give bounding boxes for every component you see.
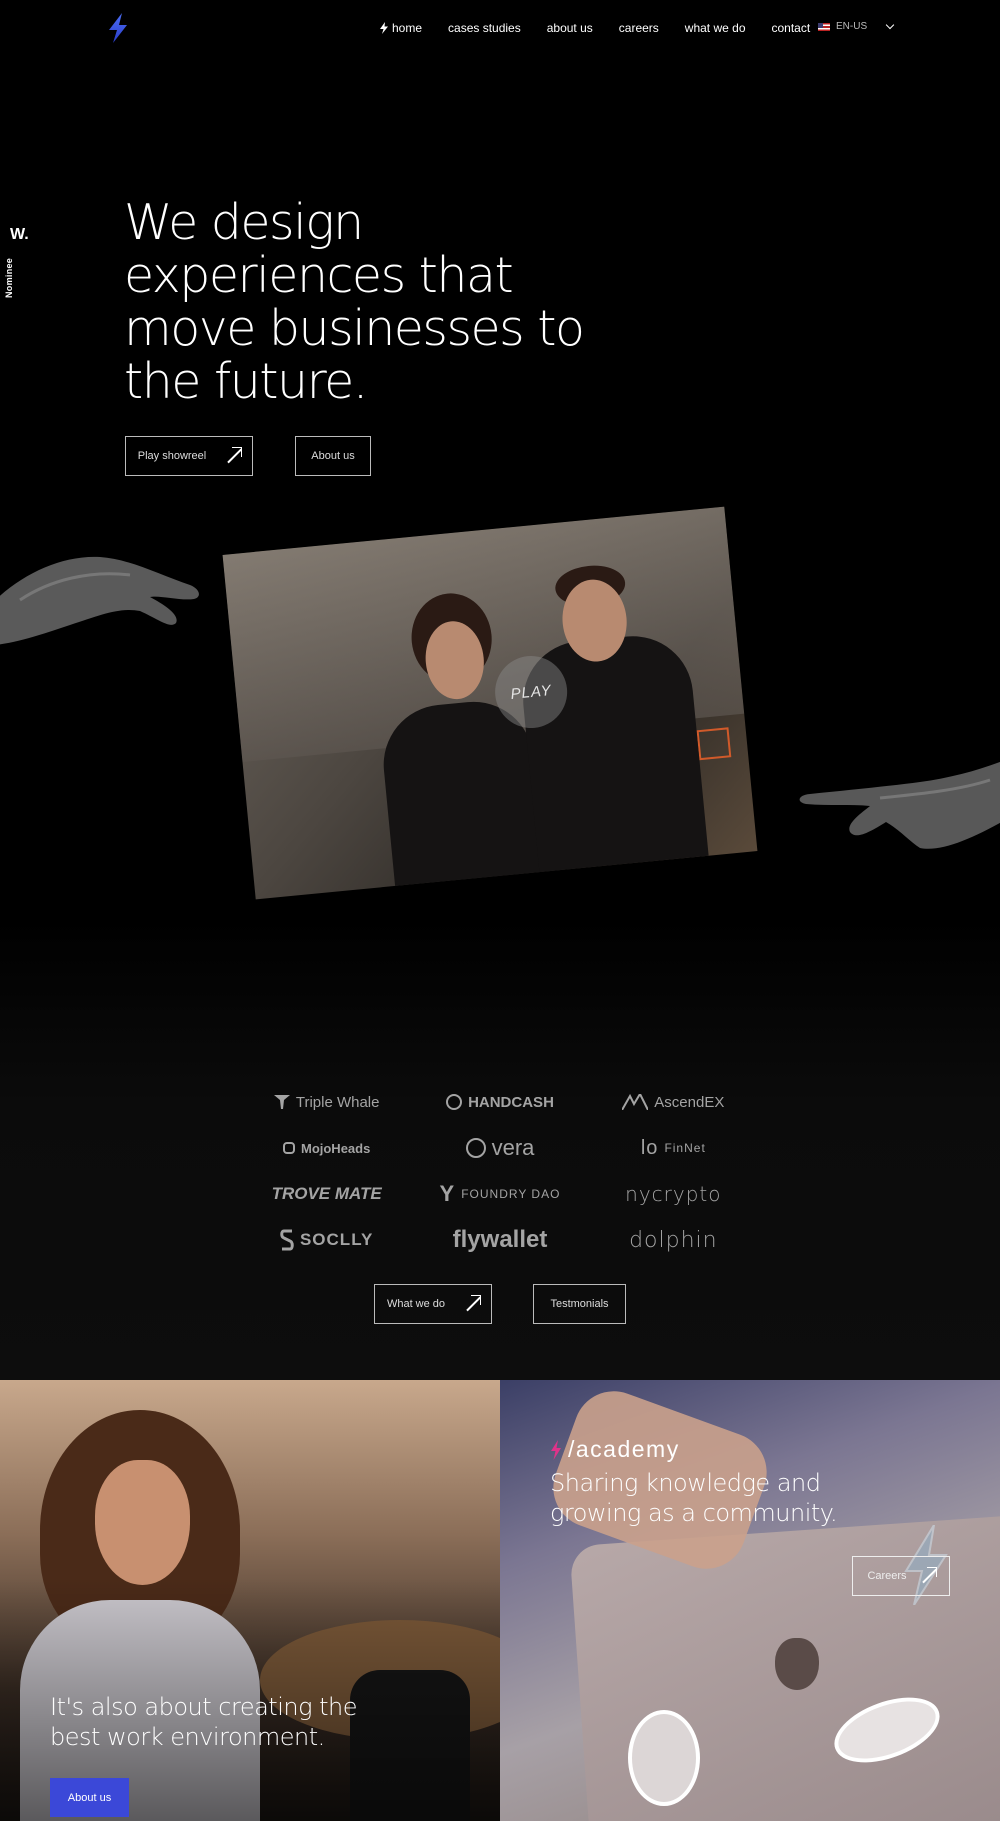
client-logo-grid: Triple Whale HANDCASH AscendEX MojoHeads… (240, 1090, 760, 1254)
academy-panel: /academy Sharing knowledge and growing a… (500, 1380, 1000, 1821)
left-hand-image (0, 556, 199, 645)
client-logo-ascendex: AscendEX (587, 1090, 760, 1114)
gradient-overlay (0, 1380, 500, 1821)
client-name: flywallet (452, 1226, 548, 1253)
client-logo-dolphin: dolphin (587, 1227, 760, 1253)
careers-label: Careers (867, 1570, 907, 1582)
what-we-do-label: What we do (386, 1298, 446, 1310)
client-logo-foundry-dao: Y FOUNDRY DAO (413, 1181, 586, 1206)
careers-button[interactable]: Careers (852, 1556, 950, 1596)
play-label: PLAY (509, 681, 553, 703)
client-name: SOCLLY (299, 1230, 374, 1249)
environment-text: It's also about creating the best work e… (50, 1693, 358, 1751)
play-showreel-button[interactable]: Play showreel (125, 436, 253, 476)
client-logo-soclly: SOCLLY (240, 1228, 413, 1252)
vera-icon (465, 1138, 486, 1158)
testimonials-button[interactable]: Testmonials (533, 1284, 626, 1324)
client-logo-flywallet: flywallet (413, 1226, 586, 1253)
client-logo-handcash: HANDCASH (413, 1090, 586, 1114)
ascendex-icon (622, 1094, 649, 1110)
language-label: EN-US (836, 21, 868, 32)
nav-about-us[interactable]: about us (547, 21, 593, 35)
arrow-up-right-icon (224, 447, 243, 464)
nav-cases-studies[interactable]: cases studies (448, 21, 521, 35)
client-name: MojoHeads (300, 1140, 371, 1156)
arrow-up-right-icon (463, 1295, 482, 1312)
nav-home[interactable]: home (380, 21, 422, 35)
what-we-do-button[interactable]: What we do (374, 1284, 492, 1324)
academy-text: Sharing knowledge and growing as a commu… (550, 1469, 838, 1527)
client-logo-trove-mate: TROVE MATE (240, 1182, 413, 1206)
client-name: dolphin (629, 1227, 718, 1253)
client-logo-mojoheads: MojoHeads (240, 1136, 413, 1160)
client-name: nycrypto (625, 1182, 722, 1206)
us-flag-icon (818, 22, 830, 31)
hero-title: We design experiences that move business… (124, 194, 585, 410)
client-name: vera (491, 1135, 535, 1160)
client-name: AscendEX (654, 1093, 725, 1111)
nav-careers[interactable]: careers (619, 21, 659, 35)
handcash-icon (446, 1094, 463, 1110)
pink-bolt-icon (551, 1439, 561, 1460)
right-hand-image (799, 761, 1000, 849)
nav-links: home cases studies about us careers what… (380, 21, 810, 35)
arrow-up-right-icon (919, 1567, 937, 1584)
nav-home-label: home (392, 21, 423, 35)
nav-contact[interactable]: contact (772, 21, 811, 35)
client-logo-finnet: lo FinNet (587, 1136, 760, 1160)
awwwards-mark[interactable]: W. (10, 226, 29, 244)
statue-sticker (628, 1710, 700, 1806)
whale-tail-icon (273, 1095, 290, 1109)
apple-logo-icon (775, 1638, 819, 1690)
work-environment-panel: It's also about creating the best work e… (0, 1380, 500, 1821)
client-logo-nycrypto: nycrypto (587, 1182, 760, 1206)
neon-sign (696, 727, 732, 761)
about-us-button[interactable]: About us (295, 436, 371, 476)
bolt-icon (380, 22, 388, 34)
client-logo-triple-whale: Triple Whale (240, 1090, 413, 1114)
foundry-icon: Y (439, 1181, 456, 1206)
award-label: Nominee (4, 257, 14, 298)
language-selector[interactable]: EN-US (818, 20, 895, 32)
client-name: TROVE MATE (271, 1184, 382, 1203)
academy-heading: /academy (550, 1436, 680, 1463)
top-navigation: home cases studies about us careers what… (0, 0, 1000, 56)
client-name: FOUNDRY DAO (461, 1187, 561, 1201)
play-showreel-label: Play showreel (137, 450, 207, 462)
nav-what-we-do[interactable]: what we do (685, 21, 746, 35)
academy-title: /academy (568, 1436, 680, 1462)
client-logo-vera: vera (413, 1135, 586, 1160)
client-name: FinNet (664, 1141, 706, 1155)
finnet-icon: lo (640, 1136, 659, 1159)
mojoheads-icon (282, 1142, 295, 1154)
about-us-blue-button[interactable]: About us (50, 1778, 129, 1817)
bolt-logo-icon[interactable] (105, 13, 131, 43)
showreel-video-thumbnail[interactable]: PLAY (222, 506, 758, 900)
soclly-icon (280, 1229, 294, 1251)
chevron-down-icon (885, 20, 895, 30)
client-name: HANDCASH (468, 1093, 554, 1111)
client-name: Triple Whale (295, 1093, 380, 1111)
